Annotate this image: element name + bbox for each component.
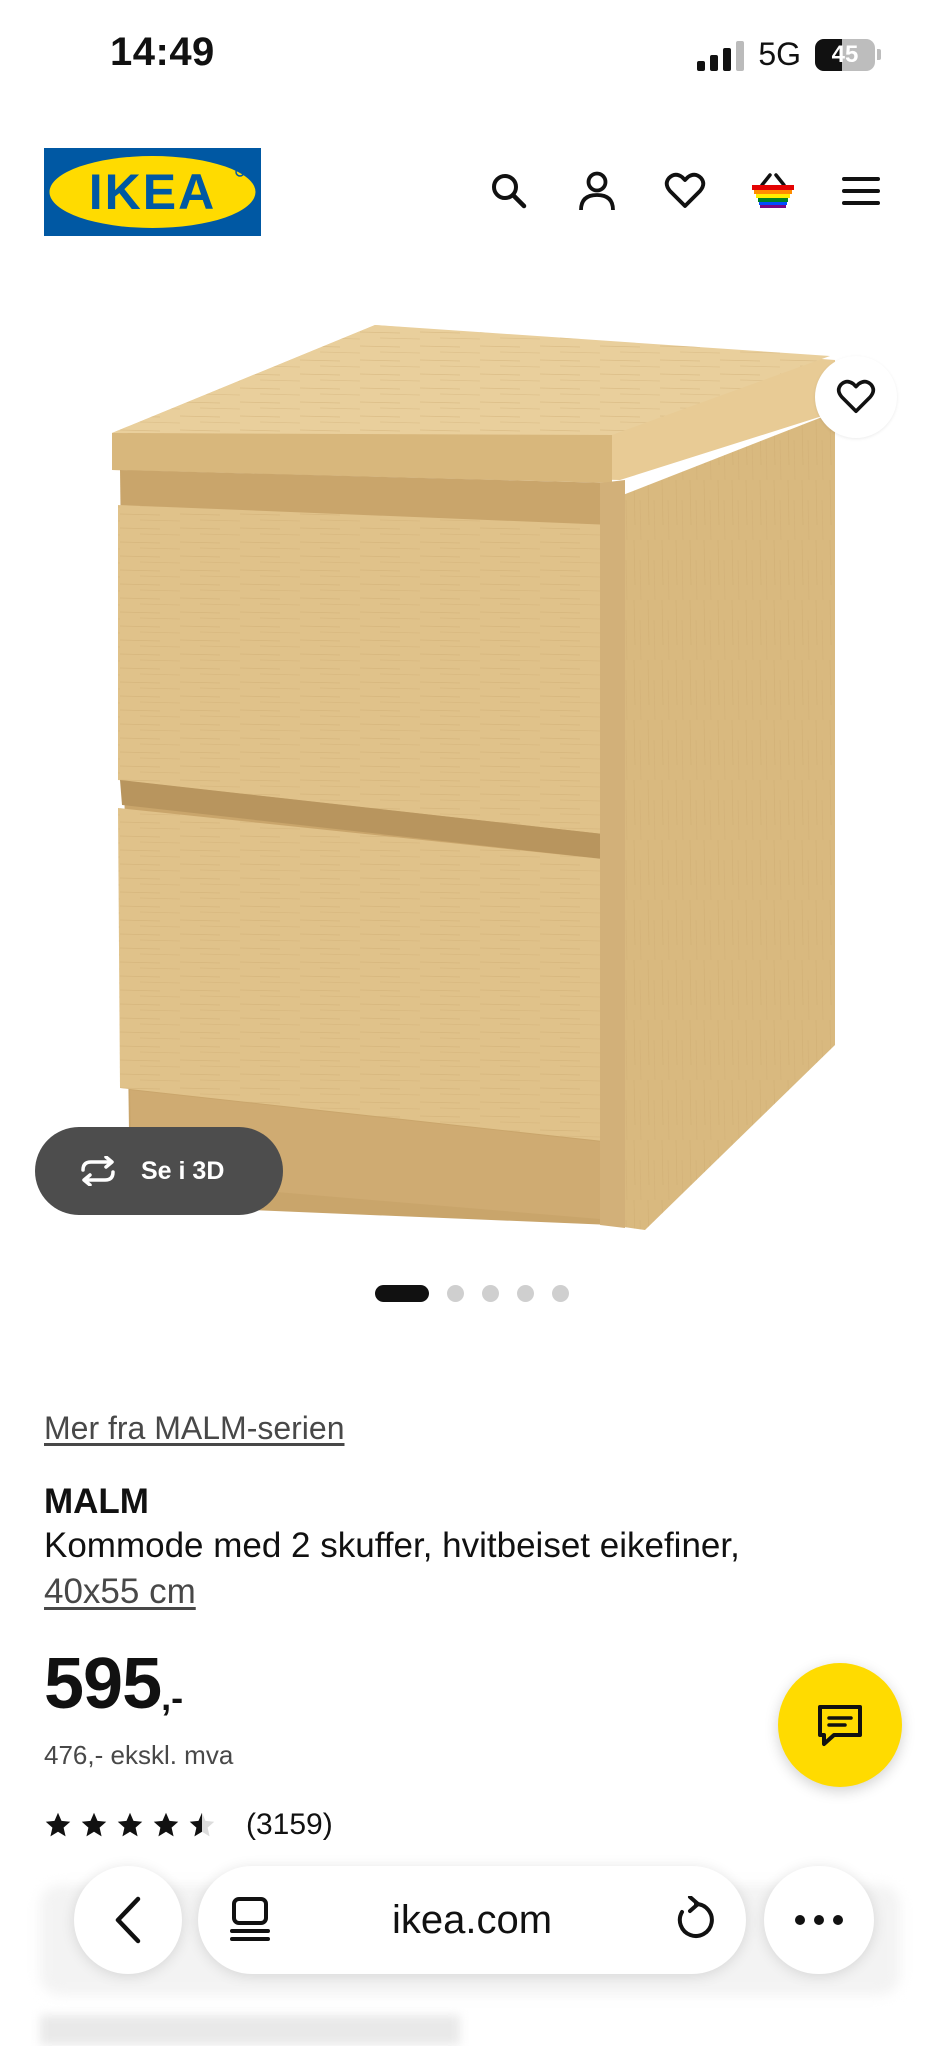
view-in-3d-button[interactable]: Se i 3D	[35, 1127, 283, 1215]
rating-count: (3159)	[246, 1808, 333, 1841]
battery-icon: 45	[815, 38, 881, 71]
product-rating[interactable]: (3159)	[44, 1808, 333, 1842]
heart-icon[interactable]	[660, 166, 710, 216]
chevron-left-icon	[115, 1896, 141, 1944]
more-icon	[795, 1915, 843, 1925]
reload-icon[interactable]	[674, 1895, 718, 1947]
battery-level: 45	[831, 40, 859, 68]
browser-toolbar: ikea.com	[0, 1862, 946, 1974]
gallery-dot-5[interactable]	[552, 1285, 569, 1302]
header-actions	[484, 166, 886, 216]
ikea-logo[interactable]: IKEA	[44, 148, 261, 236]
heart-icon	[836, 379, 876, 414]
more-button[interactable]	[764, 1866, 874, 1974]
chat-button[interactable]	[778, 1663, 902, 1787]
product-image[interactable]	[0, 300, 946, 1260]
chat-icon	[818, 1705, 862, 1746]
price-suffix: ,-	[161, 1677, 184, 1718]
star-full-icon	[117, 1812, 143, 1837]
status-indicators: 5G 45	[697, 36, 881, 73]
signal-icon	[697, 39, 745, 71]
status-bar: 14:49 5G 45	[0, 0, 946, 110]
product-price: 595 ,-	[44, 1648, 183, 1720]
price-ex-vat: 476,- ekskl. mva	[44, 1740, 234, 1770]
series-link[interactable]: Mer fra MALM-serien	[44, 1410, 345, 1447]
menu-icon[interactable]	[836, 166, 886, 216]
gallery-pagination	[375, 1285, 569, 1302]
basket-icon[interactable]	[748, 166, 798, 216]
status-time: 14:49	[110, 30, 215, 74]
back-button[interactable]	[74, 1866, 182, 1974]
product-description: Kommode med 2 skuffer, hvitbeiset eikefi…	[44, 1526, 740, 1565]
site-header: IKEA	[0, 140, 946, 244]
user-icon[interactable]	[572, 166, 622, 216]
gallery-dot-3[interactable]	[482, 1285, 499, 1302]
star-half-icon	[189, 1812, 215, 1837]
gallery-dot-4[interactable]	[517, 1285, 534, 1302]
product-size-link[interactable]: 40x55 cm	[44, 1572, 196, 1612]
price-amount: 595	[44, 1644, 162, 1724]
star-full-icon	[153, 1812, 179, 1837]
gallery-dot-2[interactable]	[447, 1285, 464, 1302]
rating-stars	[44, 1811, 216, 1839]
rotate-3d-icon	[81, 1156, 115, 1186]
star-full-icon	[45, 1812, 71, 1837]
obscured-content	[40, 2015, 460, 2045]
url-text: ikea.com	[391, 1898, 553, 1942]
star-full-icon	[81, 1812, 107, 1837]
address-bar[interactable]: ikea.com	[198, 1866, 746, 1974]
network-label: 5G	[758, 36, 801, 72]
gallery-dot-1[interactable]	[375, 1285, 429, 1302]
search-icon[interactable]	[484, 166, 534, 216]
view-in-3d-label: Se i 3D	[141, 1156, 225, 1185]
product-name: MALM	[44, 1482, 149, 1521]
logo-text: IKEA	[89, 164, 216, 220]
add-to-favourites-button[interactable]	[815, 356, 897, 438]
